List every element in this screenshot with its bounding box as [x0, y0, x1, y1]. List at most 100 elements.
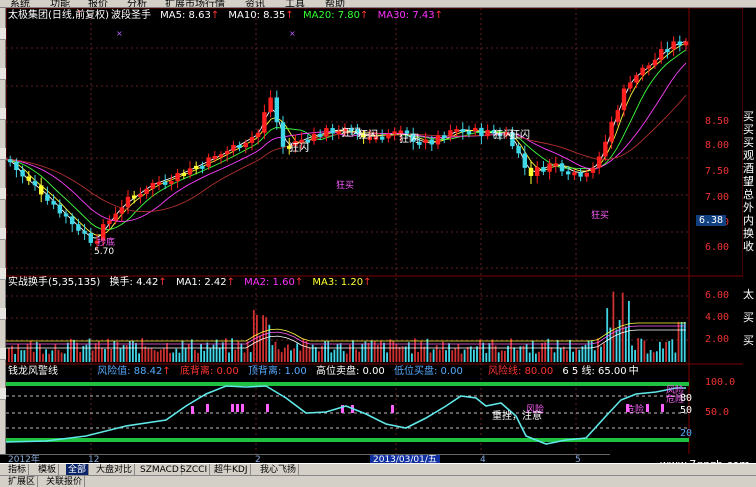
turnover-bar — [35, 342, 38, 362]
menu-quote[interactable]: 报价 — [88, 0, 108, 7]
turnover-bar — [218, 347, 221, 362]
price-axis-label: 6.00 — [705, 242, 730, 253]
candle-body — [63, 213, 69, 217]
candle-body — [553, 163, 558, 167]
turnover-ma3: MA3: 1.20 — [312, 277, 364, 288]
candle-body — [119, 207, 124, 214]
chart-canvas[interactable]: 狂闪 狂闪 狂闪 狂闪 狂闪 狂闪 抄底 狂买 狂买 5.70 重挫，注意 风险… — [6, 8, 743, 454]
tab-extension[interactable]: 扩展区 — [6, 476, 39, 487]
turnover-bar — [476, 346, 478, 362]
turnover-bar — [367, 342, 370, 362]
current-price-tag: 6.38 — [696, 215, 727, 226]
turnover-bar — [20, 350, 23, 362]
turnover-bar — [194, 350, 196, 362]
turnover-bar — [277, 349, 280, 362]
candle-body — [262, 112, 267, 133]
menu-system[interactable]: 系统 — [10, 0, 30, 7]
turnover-bar — [187, 343, 190, 362]
turnover-bar — [104, 349, 106, 362]
candle-body — [516, 146, 521, 154]
turnover-ma1: MA1: 2.42 — [175, 277, 227, 288]
turnover-bar — [482, 342, 485, 362]
turnover-bar — [138, 353, 140, 362]
price-axis-label: 7.50 — [705, 166, 730, 177]
turnover-bar — [274, 341, 277, 362]
turnover-bar — [516, 350, 519, 362]
candle-body — [590, 167, 596, 173]
turnover-bar — [271, 345, 274, 362]
candle-body — [268, 97, 273, 113]
menu-tools[interactable]: 工具 — [285, 0, 305, 7]
candle-body — [572, 172, 577, 176]
ma30-value: MA30: 7.43 — [377, 10, 435, 21]
turnover-bar — [674, 352, 677, 362]
risk-marker — [266, 404, 269, 412]
turnover-bar — [479, 339, 481, 362]
turnover-bar — [175, 348, 178, 362]
turnover-bar — [556, 340, 559, 362]
turnover-bar — [615, 329, 618, 362]
turnover-bar — [94, 343, 97, 362]
candle-body — [187, 168, 193, 175]
candle-body — [125, 196, 131, 208]
turnover-bar — [411, 353, 413, 362]
turnover-bar — [225, 338, 227, 362]
turnover-bar — [631, 345, 633, 362]
turnover-bar — [23, 350, 26, 362]
candle-body — [640, 67, 645, 76]
turnover-bar — [593, 350, 596, 362]
candle-body — [200, 165, 205, 169]
turnover-bar — [491, 339, 494, 362]
turnover-bar — [26, 343, 29, 362]
turnover-bar — [228, 352, 230, 362]
turnover-bar — [45, 349, 47, 362]
turnover-axis-label: 2.00 — [705, 334, 730, 345]
menu-function[interactable]: 功能 — [50, 0, 70, 7]
turnover-bar — [280, 352, 283, 362]
turnover-bar — [39, 343, 41, 362]
candle-body — [225, 150, 230, 155]
candle-body — [311, 133, 317, 141]
turnover-bar — [541, 342, 543, 362]
menu-help[interactable]: 帮助 — [325, 0, 345, 7]
ma20-value: MA20: 7.80 — [303, 10, 361, 21]
turnover-bar — [488, 343, 491, 362]
candle-body — [206, 157, 211, 167]
turnover-bar — [144, 346, 147, 362]
turnover-bar — [355, 349, 357, 362]
candle-body — [559, 163, 565, 172]
risk-bottom-band — [6, 438, 689, 442]
candle-body — [51, 200, 56, 205]
candle-body — [26, 176, 31, 181]
candle-body — [479, 127, 484, 137]
bottom-divergence: 底背离: 0.00 — [179, 366, 239, 377]
price-panel-title: 太极集团(日线,前复权) 波段圣手 MA5: 8.63↑ MA10: 8.35↑ … — [8, 10, 443, 21]
turnover-bar — [575, 348, 578, 362]
candle-body — [547, 163, 552, 172]
turnover-bar — [659, 341, 661, 362]
candle-body — [683, 41, 689, 46]
candle-body — [156, 181, 162, 185]
tab-related-quote[interactable]: 关联报价 — [44, 476, 86, 487]
menu-extended-market[interactable]: 扩展市场行情 — [165, 0, 225, 7]
turnover-bar — [609, 327, 612, 362]
turnover-bar — [246, 341, 249, 362]
menu-info[interactable]: 资讯 — [245, 0, 265, 7]
turnover-bar — [513, 347, 516, 362]
turnover-bar — [159, 349, 162, 362]
turnover-bar — [206, 342, 209, 362]
menu-analysis[interactable]: 分析 — [127, 0, 147, 7]
cross-icon: × — [116, 29, 123, 38]
candle-body — [646, 65, 651, 69]
turnover-bar — [76, 342, 78, 362]
annotation-label: 狂闪 — [358, 128, 378, 141]
candle-body — [597, 156, 602, 168]
risk-marker — [391, 405, 394, 413]
turnover-bar — [584, 344, 587, 362]
turnover-bar — [135, 343, 137, 362]
turnover-bar — [60, 352, 63, 362]
candle-body — [386, 133, 391, 139]
candle-body — [628, 82, 633, 89]
indicator-tab-bar: 指标 模板 全部 大盘对比 SZMACD SZCCI 超牛KDJ 我心飞扬 — [0, 463, 756, 476]
low-buy: 低位买盘: 0.00 — [394, 366, 463, 377]
